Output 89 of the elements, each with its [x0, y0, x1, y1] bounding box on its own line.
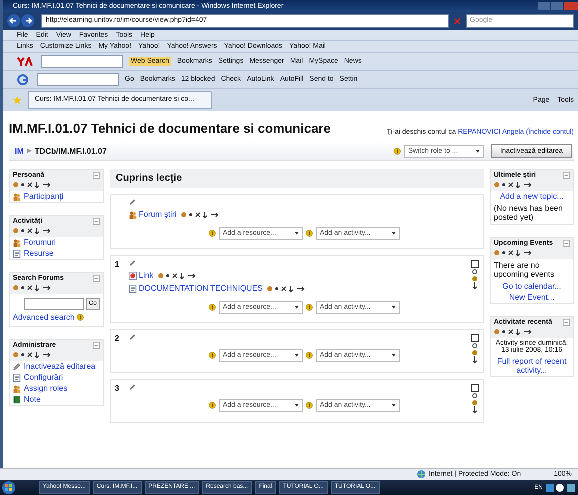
- section-title: Cuprins lecţie: [116, 173, 182, 184]
- block-link[interactable]: Go to calendar...: [491, 281, 573, 292]
- help-icon[interactable]: [306, 402, 313, 409]
- document-icon: [129, 284, 137, 292]
- search-field[interactable]: [41, 55, 123, 68]
- pencil-icon[interactable]: [129, 199, 136, 206]
- block-link[interactable]: Resurse: [10, 248, 103, 259]
- collapse-icon[interactable]: [563, 172, 570, 179]
- people-icon: [13, 238, 21, 246]
- pencil-icon[interactable]: [129, 384, 136, 391]
- collapse-icon[interactable]: [93, 342, 100, 349]
- caret-icon: [392, 232, 396, 235]
- caret-icon: [392, 306, 396, 309]
- section-number: 3: [115, 384, 120, 393]
- document-icon: [13, 374, 21, 382]
- caret-icon: [295, 354, 299, 357]
- block-link[interactable]: Assign roles: [10, 383, 103, 394]
- course-title: IM.MF.I.01.07 Tehnici de documentare si comunicare: [9, 121, 331, 136]
- collapse-icon[interactable]: [93, 275, 100, 282]
- collapse-icon[interactable]: [93, 218, 100, 225]
- pencil-icon[interactable]: [129, 334, 136, 341]
- edit-controls-drawing: [494, 181, 534, 189]
- help-icon[interactable]: [394, 148, 402, 154]
- tray-icons-drawing[interactable]: [546, 482, 576, 492]
- section-controls-drawing[interactable]: [471, 334, 479, 364]
- activity-link[interactable]: Link: [129, 271, 154, 280]
- block-link[interactable]: Participanţi: [10, 191, 103, 202]
- collapse-icon[interactable]: [563, 240, 570, 247]
- yahoo-logo-icon[interactable]: [17, 56, 35, 66]
- edit-controls-drawing: [180, 210, 221, 218]
- book-icon: [13, 396, 21, 404]
- help-icon[interactable]: [209, 304, 216, 311]
- pencil-icon[interactable]: [129, 260, 136, 267]
- block-link[interactable]: Forumuri: [10, 237, 103, 248]
- edit-controls-drawing: [494, 249, 534, 257]
- block-link[interactable]: Note: [10, 394, 103, 405]
- help-icon[interactable]: [306, 352, 313, 359]
- block-link[interactable]: Add a new topic...: [491, 191, 573, 202]
- activity-link[interactable]: DOCUMENTATION TECHNIQUES: [129, 284, 264, 293]
- start-button-icon[interactable]: [2, 480, 16, 494]
- back-forward-icon[interactable]: [7, 14, 37, 28]
- document-icon: [13, 250, 21, 258]
- people-icon: [129, 210, 137, 218]
- block-link[interactable]: New Event...: [491, 292, 573, 303]
- block-link[interactable]: Configurări: [10, 372, 103, 383]
- caret-icon: [392, 354, 396, 357]
- help-icon[interactable]: [76, 314, 84, 321]
- caret-icon: [392, 404, 396, 407]
- globe-icon: [417, 470, 426, 479]
- help-icon[interactable]: [306, 230, 313, 237]
- help-icon[interactable]: [209, 230, 216, 237]
- search-field[interactable]: [37, 73, 119, 86]
- block-link[interactable]: Full report of recent activity...: [491, 356, 573, 376]
- window-controls-icon[interactable]: [538, 1, 578, 11]
- edit-controls-drawing: [13, 351, 53, 359]
- collapse-icon[interactable]: [93, 172, 100, 179]
- block-text: (No news has been posted yet): [494, 204, 564, 222]
- people-icon: [13, 384, 21, 392]
- help-icon[interactable]: [209, 402, 216, 409]
- edit-controls-drawing: [494, 328, 534, 336]
- section-controls-drawing[interactable]: [471, 384, 479, 414]
- advanced-search-link[interactable]: Advanced search: [13, 313, 75, 322]
- caret-icon: [295, 306, 299, 309]
- help-icon[interactable]: [209, 352, 216, 359]
- activity-link[interactable]: Forum ştiri: [129, 210, 177, 219]
- section-controls-drawing[interactable]: [471, 260, 479, 290]
- edit-controls-drawing: [13, 181, 53, 189]
- edit-controls-drawing: [267, 284, 308, 292]
- collapse-icon[interactable]: [563, 319, 570, 326]
- g-logo-icon[interactable]: [17, 74, 31, 86]
- breadcrumb-link[interactable]: IM: [15, 146, 24, 156]
- breadcrumb-arrow-icon: [26, 148, 32, 154]
- section-number: 1: [115, 260, 120, 269]
- caret-icon: [295, 404, 299, 407]
- block-text: There are no upcoming events: [494, 261, 556, 279]
- people-icon: [13, 192, 21, 200]
- edit-controls-drawing: [13, 227, 53, 235]
- search-field[interactable]: [24, 298, 84, 310]
- help-icon[interactable]: [306, 304, 313, 311]
- web-link-icon: [129, 272, 137, 280]
- close-icon[interactable]: [453, 16, 462, 26]
- caret-icon: [295, 232, 299, 235]
- caret-icon: [476, 150, 480, 152]
- star-icon[interactable]: [13, 96, 22, 104]
- breadcrumb-current: TDCb/IM.MF.I.01.07: [34, 146, 107, 156]
- edit-controls-drawing: [13, 284, 53, 292]
- edit-controls-drawing: [158, 272, 198, 280]
- section-number: 2: [115, 334, 120, 343]
- block-link[interactable]: Inactivează editarea: [10, 361, 103, 372]
